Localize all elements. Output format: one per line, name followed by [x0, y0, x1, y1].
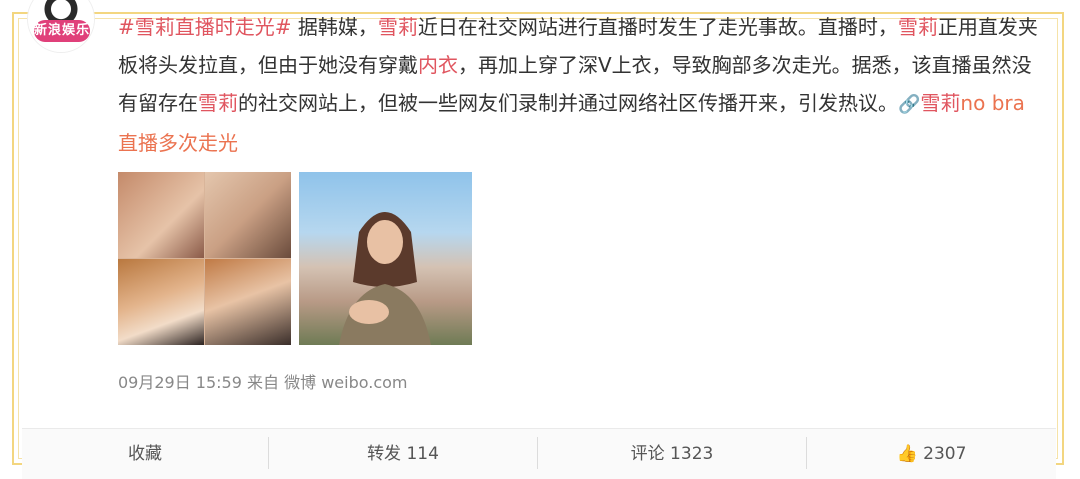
post-text-seg: 据韩媒，	[291, 15, 378, 39]
post-image-portrait[interactable]	[299, 172, 472, 345]
highlight-word: 内衣	[418, 53, 458, 77]
like-count: 2307	[923, 444, 967, 464]
post-image-collage[interactable]	[118, 172, 291, 345]
video-link-name[interactable]: 雪莉	[920, 91, 960, 115]
repost-button[interactable]: 转发 114	[269, 429, 537, 479]
post-source[interactable]: 微博 weibo.com	[284, 373, 407, 392]
post-time[interactable]: 09月29日 15:59	[118, 373, 242, 392]
action-bar: 收藏 转发 114 评论 1323 👍 2307	[22, 428, 1056, 479]
avatar[interactable]: 新浪娱乐	[28, 0, 94, 52]
comment-button[interactable]: 评论 1323	[538, 429, 806, 479]
link-icon: 🔗	[898, 94, 921, 115]
portrait-illustration	[339, 212, 431, 345]
name-link[interactable]: 雪莉	[198, 91, 238, 115]
post-text-seg: 的社交网站上，但被一些网友们录制并通过网络社区传播开来，引发热议。	[238, 91, 898, 115]
source-prefix: 来自	[247, 373, 280, 392]
collage-tile	[205, 172, 291, 258]
collage-tile	[118, 172, 204, 258]
collage-tile	[118, 259, 204, 345]
name-link[interactable]: 雪莉	[898, 15, 938, 39]
favorite-button[interactable]: 收藏	[22, 429, 268, 479]
post-text: #雪莉直播时走光# 据韩媒，雪莉近日在社交网站进行直播时发生了走光事故。直播时，…	[118, 8, 1038, 162]
collage-tile	[205, 259, 291, 345]
like-icon: 👍	[896, 444, 918, 464]
post-meta: 09月29日 15:59 来自 微博 weibo.com	[118, 369, 408, 393]
like-button[interactable]: 👍 2307	[807, 429, 1056, 479]
name-link[interactable]: 雪莉	[378, 15, 418, 39]
hashtag-link[interactable]: #雪莉直播时走光#	[118, 15, 292, 39]
avatar-badge: 新浪娱乐	[34, 20, 90, 42]
post-text-seg: 近日在社交网站进行直播时发生了走光事故。直播时，	[417, 15, 898, 39]
